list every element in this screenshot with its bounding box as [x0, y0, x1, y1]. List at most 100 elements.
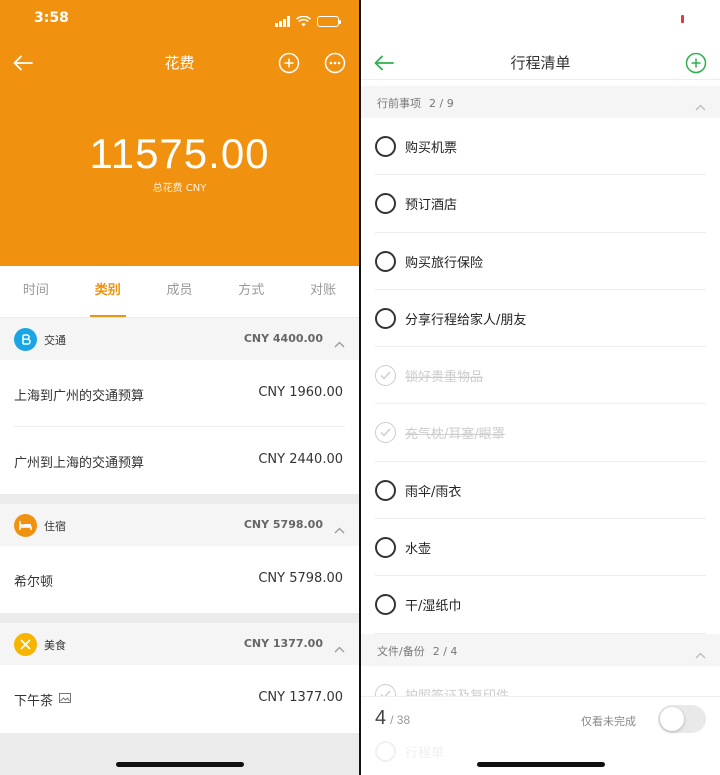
checklist-item[interactable]: 购买机票	[361, 118, 720, 176]
unchecked-circle-icon[interactable]	[375, 193, 396, 215]
progress-counter: 4/ 38	[375, 707, 410, 730]
home-indicator	[476, 762, 605, 767]
tab-2[interactable]: 成员	[144, 266, 216, 317]
add-circle-icon[interactable]	[276, 50, 302, 76]
checklist-item[interactable]: 雨伞/雨衣	[361, 461, 720, 520]
checklist-item[interactable]: 干/湿纸巾	[361, 576, 720, 634]
wifi-icon	[296, 12, 311, 31]
nav-bar: 行程清单	[361, 46, 720, 80]
unchecked-circle-icon[interactable]	[375, 250, 396, 272]
status-bar	[361, 0, 720, 40]
section-gap	[0, 613, 359, 623]
expense-amount: CNY 5798.00	[258, 571, 343, 586]
show-incomplete-label: 仅看未完成	[581, 715, 636, 728]
checklist-item[interactable]: 分享行程给家人/朋友	[361, 289, 720, 348]
page-title: 花费	[164, 54, 195, 72]
status-icons	[275, 12, 341, 31]
checklist-item-label: 水壶	[405, 542, 432, 558]
cellular-signal-icon	[275, 16, 290, 27]
checklist-item-label: 雨伞/雨衣	[405, 484, 462, 500]
unchecked-circle-icon[interactable]	[375, 594, 396, 616]
tab-3[interactable]: 方式	[215, 266, 287, 317]
unchecked-circle-icon[interactable]	[375, 537, 396, 559]
expense-name: 希尔顿	[14, 571, 53, 590]
section-count: 2 / 9	[429, 97, 454, 110]
battery-icon	[317, 16, 341, 27]
section-title: 行前事项 2 / 9	[377, 95, 454, 111]
checklist-item-label: 充气枕/耳塞/眼罩	[405, 427, 505, 443]
section-gap	[0, 494, 359, 504]
chevron-up-icon[interactable]	[334, 519, 345, 538]
expense-row[interactable]: 希尔顿 CNY 5798.00	[0, 546, 359, 613]
expense-row[interactable]: 下午茶 CNY 1377.00	[0, 665, 359, 732]
checklist-section-header[interactable]: 文件/备份 2 / 4	[361, 633, 720, 666]
bed-icon	[14, 514, 37, 537]
more-options-icon[interactable]	[322, 50, 348, 76]
tab-1[interactable]: 类别	[72, 266, 144, 317]
category-header[interactable]: 住宿 CNY 5798.00	[0, 504, 359, 546]
chevron-up-icon[interactable]	[695, 96, 706, 115]
unchecked-circle-icon[interactable]	[375, 136, 396, 157]
tab-4[interactable]: 对账	[287, 266, 359, 317]
category-header[interactable]: 交通 CNY 4400.00	[0, 318, 359, 360]
checklist-item[interactable]: 充气枕/耳塞/眼罩	[361, 404, 720, 462]
category-total: CNY 4400.00	[243, 332, 323, 345]
section-title-text: 行前事项	[377, 97, 421, 110]
expense-name-text: 上海到广州的交通预算	[14, 389, 145, 404]
expense-row[interactable]: 上海到广州的交通预算 CNY 1960.00	[0, 360, 359, 427]
checklist: 行前事项 2 / 9 购买机票预订酒店购买旅行保险分享行程给家人/朋友 锁好贵重物品充…	[361, 86, 720, 775]
checked-circle-icon[interactable]	[375, 365, 396, 387]
transport-icon	[14, 328, 37, 351]
checklist-item-label: 分享行程给家人/朋友	[405, 312, 527, 328]
expense-header: 3:58 花费 11575.00 总花费 CNY	[0, 0, 359, 266]
expense-amount: CNY 1960.00	[258, 385, 343, 400]
checklist-item-label: 锁好贵重物品	[405, 370, 484, 386]
category-name: 住宿	[44, 520, 66, 533]
expense-row[interactable]: 广州到上海的交通预算 CNY 2440.00	[0, 427, 359, 494]
checklist-item[interactable]: 预订酒店	[361, 175, 720, 233]
category-name: 美食	[44, 639, 66, 652]
chevron-up-icon[interactable]	[334, 638, 345, 657]
checklist-item-label: 购买旅行保险	[405, 255, 484, 271]
checklist-item[interactable]: 购买旅行保险	[361, 232, 720, 290]
checked-circle-icon[interactable]	[375, 422, 396, 444]
add-circle-icon[interactable]	[683, 50, 709, 76]
expense-name-text: 下午茶	[14, 694, 54, 709]
expense-name-text: 广州到上海的交通预算	[14, 456, 145, 471]
section-title: 文件/备份 2 / 4	[377, 643, 457, 659]
status-bar: 3:58	[0, 0, 359, 40]
expense-name: 广州到上海的交通预算	[14, 452, 144, 471]
tab-0[interactable]: 时间	[0, 266, 72, 317]
chevron-up-icon[interactable]	[334, 333, 345, 352]
section-count: 2 / 4	[432, 644, 458, 658]
checklist-item[interactable]: 锁好贵重物品	[361, 347, 720, 405]
expenses-screen: 3:58 花费 11575.00 总花费 CNY 时间 类别 成员 方式 对账 …	[0, 0, 359, 775]
total-amount: 11575.00	[89, 130, 270, 177]
category-list: 交通 CNY 4400.00 上海到广州的交通预算 CNY 1960.00 广州到上海的…	[0, 318, 359, 732]
nav-bar: 花费	[0, 46, 359, 80]
checklist-item-label: 预订酒店	[405, 198, 458, 214]
unchecked-circle-icon[interactable]	[375, 479, 396, 501]
checklist-footer: 4/ 38 仅看未完成	[361, 696, 720, 775]
toggle-knob	[660, 707, 684, 731]
expense-name-text: 希尔顿	[14, 575, 54, 590]
checklist-item-label: 干/湿纸巾	[405, 599, 462, 615]
expense-amount: CNY 2440.00	[258, 452, 343, 467]
status-time: 3:58	[34, 10, 69, 26]
checklist-item[interactable]: 水壶	[361, 519, 720, 577]
category-header[interactable]: 美食 CNY 1377.00	[0, 623, 359, 665]
chevron-up-icon[interactable]	[695, 644, 706, 663]
home-indicator	[115, 762, 244, 767]
done-count: 4	[375, 707, 387, 729]
show-incomplete-toggle[interactable]	[658, 705, 706, 733]
checklist-screen: 行程清单 行前事项 2 / 9 购买机票预订酒店购买旅行保险分享行程给家人/朋友 锁好…	[361, 0, 720, 775]
checklist-section-header[interactable]: 行前事项 2 / 9	[361, 86, 720, 118]
checklist-item-label: 购买机票	[405, 141, 458, 156]
expense-name: 下午茶	[14, 690, 72, 709]
battery-icon	[681, 15, 684, 23]
utensils-icon	[14, 633, 37, 656]
category-name: 交通	[44, 334, 66, 347]
unchecked-circle-icon[interactable]	[375, 307, 396, 329]
total-amount-label: 总花费 CNY	[152, 183, 207, 194]
expense-amount: CNY 1377.00	[258, 690, 343, 705]
